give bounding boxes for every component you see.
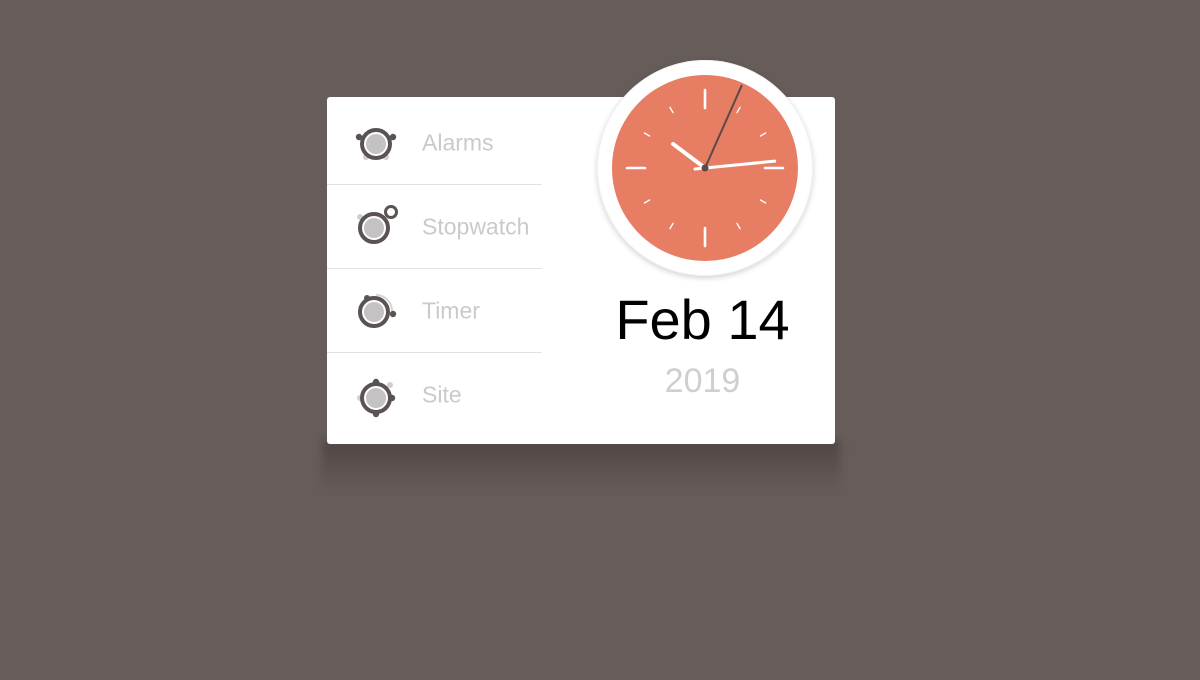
date-month-day: Feb 14 xyxy=(615,288,790,351)
date-year: 2019 xyxy=(664,362,741,400)
clock-face-svg xyxy=(612,75,798,261)
menu-list: Alarms Stopwatch Timer Site xyxy=(327,101,542,436)
site-gear-icon xyxy=(357,378,396,417)
menu-label-stopwatch: Stopwatch xyxy=(422,213,530,239)
analog-clock xyxy=(597,60,813,276)
timer-icon xyxy=(358,293,397,328)
menu-item-site[interactable]: Site xyxy=(327,353,542,436)
stopwatch-icon xyxy=(357,204,398,244)
card-shadow xyxy=(322,440,840,492)
menu-item-stopwatch[interactable]: Stopwatch xyxy=(327,185,542,269)
stage: Alarms Stopwatch Timer Site Feb 14 2019 xyxy=(0,0,1200,680)
clock-center-pin xyxy=(701,164,709,172)
menu-label-alarms: Alarms xyxy=(422,129,494,155)
alarm-clock-icon xyxy=(355,127,397,160)
menu-item-alarms[interactable]: Alarms xyxy=(327,101,542,185)
menu-label-site: Site xyxy=(422,381,462,407)
menu-item-timer[interactable]: Timer xyxy=(327,269,542,353)
menu-label-timer: Timer xyxy=(422,297,480,323)
